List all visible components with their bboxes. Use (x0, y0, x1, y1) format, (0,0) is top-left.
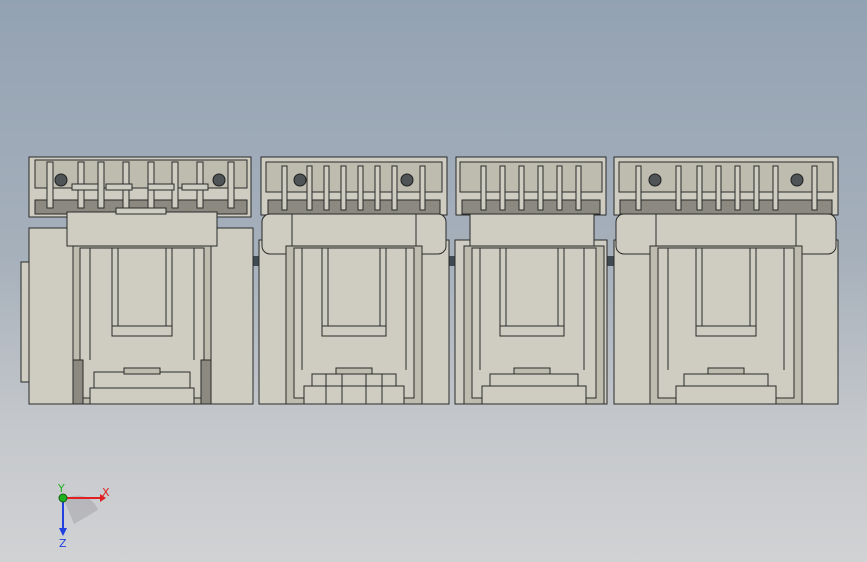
connector-housing-4[interactable] (613, 156, 839, 405)
mounting-hole (54, 173, 68, 187)
connector-housing-2[interactable] (258, 156, 450, 405)
connector-housing-1[interactable] (20, 156, 254, 405)
connector-housing-3[interactable] (454, 156, 608, 405)
y-axis-label: Y (57, 482, 65, 495)
cad-viewport[interactable]: X Y Z (0, 0, 867, 562)
mounting-hole (400, 173, 414, 187)
connector-model-front-view[interactable] (0, 0, 867, 562)
z-arrow-head-icon (59, 528, 67, 536)
mounting-hole (293, 173, 307, 187)
z-axis-label: Z (59, 537, 67, 550)
y-axis-dot-icon (58, 493, 68, 503)
mounting-hole (648, 173, 662, 187)
mounting-hole (212, 173, 226, 187)
axis-triad: X Y Z (57, 482, 110, 550)
triad-plane-shading (64, 495, 98, 524)
mounting-hole (790, 173, 804, 187)
x-axis-label: X (102, 486, 110, 499)
